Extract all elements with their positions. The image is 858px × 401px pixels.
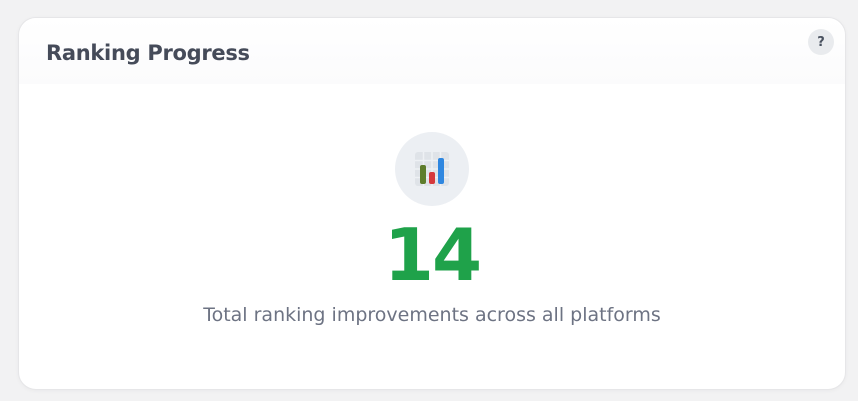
help-button[interactable]: ? (808, 29, 834, 55)
bar-chart-icon-graphic (415, 152, 449, 186)
ranking-improvements-count: 14 (383, 213, 482, 297)
bar-chart-icon (395, 132, 469, 206)
ranking-progress-card: Ranking Progress ? 14 Total ranking impr… (18, 17, 846, 390)
card-header: Ranking Progress ? (19, 18, 845, 84)
card-title: Ranking Progress (46, 41, 250, 65)
metric-block: 14 Total ranking improvements across all… (19, 132, 845, 326)
metric-caption: Total ranking improvements across all pl… (203, 304, 661, 326)
